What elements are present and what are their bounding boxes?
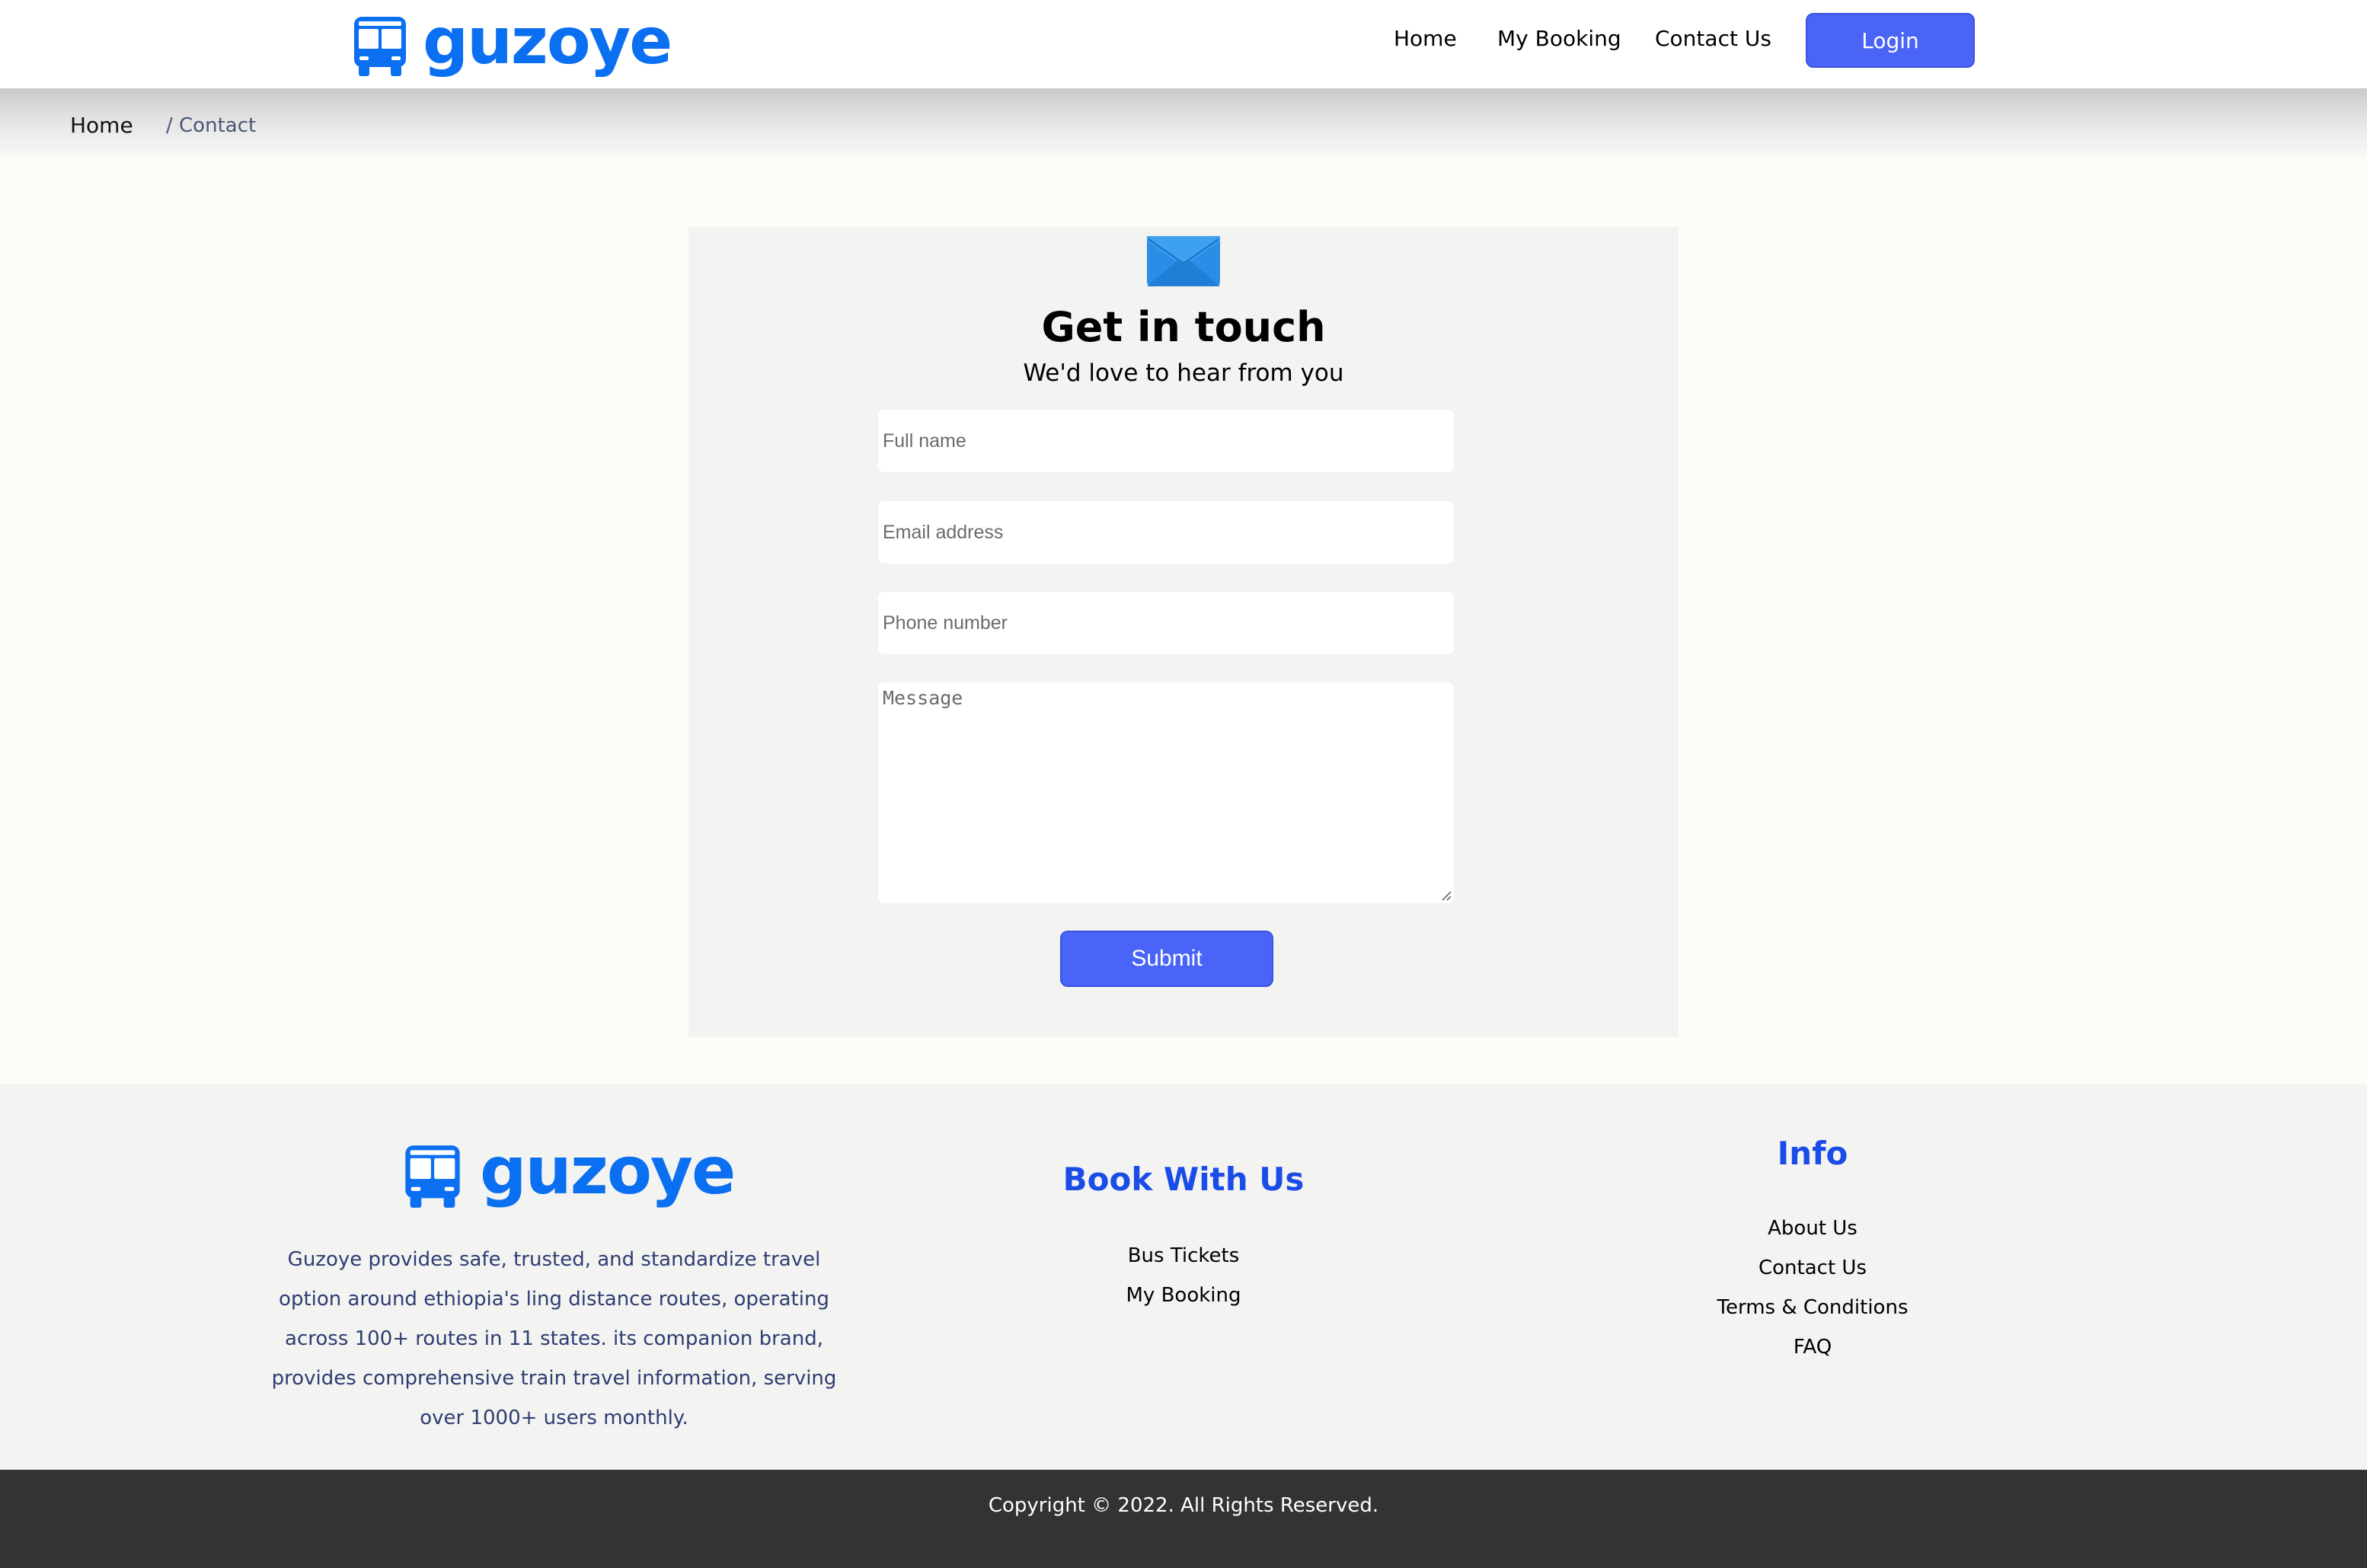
- login-button[interactable]: Login: [1806, 13, 1975, 68]
- bus-icon: [404, 1144, 462, 1209]
- footer-link-faq[interactable]: FAQ: [1660, 1336, 1965, 1359]
- footer-link-contact-us[interactable]: Contact Us: [1660, 1257, 1965, 1279]
- site-header: guzoye Home My Booking Contact Us Login: [0, 0, 2367, 88]
- mail-icon: [1147, 236, 1220, 289]
- contact-subtitle: We'd love to hear from you: [1023, 359, 1344, 387]
- footer-link-about-us[interactable]: About Us: [1660, 1217, 1965, 1240]
- brand-logo[interactable]: guzoye: [353, 9, 672, 79]
- nav-my-booking-link[interactable]: My Booking: [1497, 26, 1621, 51]
- bus-icon: [353, 15, 407, 78]
- footer-brand-logo[interactable]: guzoye: [404, 1138, 736, 1211]
- full-name-field[interactable]: [878, 410, 1454, 472]
- footer-link-terms[interactable]: Terms & Conditions: [1660, 1296, 1965, 1319]
- copyright-bar: Copyright © 2022. All Rights Reserved.: [0, 1470, 2367, 1568]
- email-field[interactable]: [878, 501, 1454, 564]
- footer-brand-name: guzoye: [480, 1133, 736, 1209]
- footer-description: Guzoye provides safe, trusted, and stand…: [271, 1248, 837, 1429]
- message-field[interactable]: [878, 682, 1454, 903]
- footer-info-title: Info: [1777, 1135, 1848, 1172]
- resize-handle-icon[interactable]: [1441, 889, 1452, 901]
- breadcrumb-home-link[interactable]: Home: [70, 113, 133, 138]
- contact-card: Get in touch We'd love to hear from you …: [688, 227, 1679, 1037]
- submit-button[interactable]: Submit: [1060, 931, 1273, 987]
- copyright-text: Copyright © 2022. All Rights Reserved.: [988, 1494, 1379, 1517]
- footer-link-my-booking[interactable]: My Booking: [1031, 1284, 1336, 1307]
- nav-contact-us-link[interactable]: Contact Us: [1655, 26, 1771, 51]
- breadcrumb: Home / Contact: [0, 88, 2367, 155]
- nav-home-link[interactable]: Home: [1394, 26, 1457, 51]
- footer-link-bus-tickets[interactable]: Bus Tickets: [1031, 1244, 1336, 1267]
- contact-title: Get in touch: [1041, 303, 1326, 351]
- breadcrumb-current: / Contact: [166, 114, 257, 137]
- site-footer: guzoye Guzoye provides safe, trusted, an…: [0, 1084, 2367, 1470]
- footer-book-title: Book With Us: [1062, 1161, 1305, 1198]
- brand-name: guzoye: [423, 4, 672, 78]
- phone-field[interactable]: [878, 592, 1454, 654]
